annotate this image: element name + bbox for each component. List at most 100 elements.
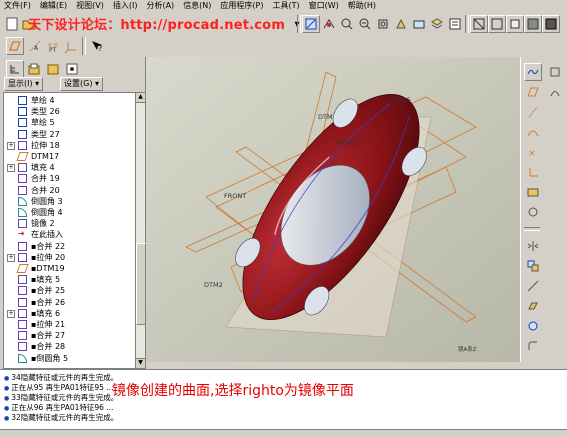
- view-manager-icon[interactable]: [446, 15, 464, 33]
- fill-icon: [18, 163, 27, 173]
- scroll-down-arrow-icon[interactable]: ▼: [136, 358, 145, 368]
- tree-item[interactable]: 倒圆角 4: [4, 207, 134, 218]
- menu-view[interactable]: 视图(V): [72, 0, 109, 11]
- expand-toggle-icon[interactable]: +: [7, 309, 15, 318]
- surface-icon: [18, 107, 27, 117]
- tree-item-label: 在此插入: [31, 230, 63, 240]
- menu-insert[interactable]: 插入(I): [109, 0, 143, 11]
- tree-item[interactable]: ▪DTM19: [4, 263, 134, 274]
- tree-scrollbar[interactable]: ▲ ▼: [135, 92, 146, 369]
- expand-toggle-icon[interactable]: +: [7, 164, 15, 173]
- tree-item-label: ▪合并 25: [31, 286, 66, 296]
- hole-icon[interactable]: [524, 203, 542, 221]
- tree-item[interactable]: 类型 26: [4, 106, 134, 117]
- datum-axis-display-icon[interactable]: A: [26, 37, 44, 55]
- tree-item[interactable]: DTM17: [4, 151, 134, 162]
- tree-item[interactable]: ▪倒圆角 5: [4, 353, 134, 364]
- tree-item-label: 拉伸 18: [31, 140, 60, 150]
- tree-item[interactable]: 镜像 2: [4, 218, 134, 229]
- tree-item-label: ▪倒圆角 5: [31, 353, 69, 363]
- coordinate-system-icon[interactable]: [524, 163, 542, 181]
- scroll-thumb[interactable]: [136, 243, 146, 325]
- tree-item[interactable]: + ▪填充 6: [4, 308, 134, 319]
- tree-item[interactable]: 倒圆角 3: [4, 196, 134, 207]
- blend-tool-icon[interactable]: [546, 63, 564, 81]
- show-dropdown[interactable]: 显示(I) ▾: [4, 77, 44, 91]
- tree-item[interactable]: + 填充 4: [4, 162, 134, 173]
- saved-views-icon[interactable]: [410, 15, 428, 33]
- graphics-window[interactable]: FRONT DTM2 RIGHTO DTM15 DTM 镜A系Z: [146, 57, 520, 362]
- tree-item[interactable]: ▪拉伸 21: [4, 319, 134, 330]
- spin-center-icon[interactable]: [320, 15, 338, 33]
- scroll-up-arrow-icon[interactable]: ▲: [136, 93, 145, 103]
- tree-item[interactable]: + ▪拉伸 20: [4, 252, 134, 263]
- datum-curve-icon[interactable]: [524, 123, 542, 141]
- menu-file[interactable]: 文件(F): [0, 0, 36, 11]
- tree-item[interactable]: + 拉伸 18: [4, 140, 134, 151]
- zoom-in-icon[interactable]: [338, 15, 356, 33]
- tree-item[interactable]: 合并 20: [4, 185, 134, 196]
- coordinate-system-display-icon[interactable]: [62, 37, 80, 55]
- tree-item[interactable]: 合并 19: [4, 173, 134, 184]
- menu-window[interactable]: 窗口(W): [305, 0, 344, 11]
- svg-text:PT: PT: [49, 47, 57, 53]
- tree-item[interactable]: ▪填充 5: [4, 274, 134, 285]
- hidden-line-icon[interactable]: [488, 15, 506, 33]
- tree-item[interactable]: 类型 27: [4, 129, 134, 140]
- menu-applications[interactable]: 应用程序(P): [216, 0, 268, 11]
- tree-item[interactable]: ▪合并 28: [4, 341, 134, 352]
- layers-icon[interactable]: [428, 15, 446, 33]
- shading-icon[interactable]: [524, 15, 542, 33]
- round-tool-icon[interactable]: [524, 337, 542, 355]
- zoom-out-icon[interactable]: [356, 15, 374, 33]
- tree-item-label: DTM17: [31, 152, 60, 161]
- favorites-tab-icon[interactable]: [44, 60, 62, 78]
- tree-item[interactable]: ▪合并 22: [4, 241, 134, 252]
- menu-tools[interactable]: 工具(T): [269, 0, 305, 11]
- menu-analysis[interactable]: 分析(A): [142, 0, 179, 11]
- trim-tool-icon[interactable]: [524, 277, 542, 295]
- tree-item[interactable]: ▪合并 25: [4, 285, 134, 296]
- wireframe-icon[interactable]: [470, 15, 488, 33]
- no-hidden-icon[interactable]: [506, 15, 524, 33]
- datum-plane-display-icon[interactable]: [6, 37, 24, 55]
- reorient-icon[interactable]: [392, 15, 410, 33]
- revolve-tool-icon[interactable]: [524, 317, 542, 335]
- menu-info[interactable]: 信息(N): [179, 0, 216, 11]
- extrude-tool-icon[interactable]: [524, 297, 542, 315]
- datum-plane-icon[interactable]: [524, 83, 542, 101]
- merge-icon: [18, 241, 27, 251]
- sweep-tool-icon[interactable]: [546, 83, 564, 101]
- analysis-feature-icon[interactable]: [524, 183, 542, 201]
- tree-item-label: ▪填充 6: [31, 308, 61, 318]
- folder-browser-tab-icon[interactable]: [25, 60, 43, 78]
- tree-item[interactable]: ▪合并 26: [4, 297, 134, 308]
- watermark-text: 天下设计论坛：http://procad.net.com: [28, 18, 286, 33]
- datum-plane-icon: [16, 264, 29, 273]
- model-tree-tab-icon[interactable]: [6, 60, 24, 78]
- expand-toggle-icon[interactable]: +: [7, 253, 15, 262]
- merge-icon: [18, 342, 27, 352]
- model-tree-panel: 显示(I) ▾ 设置(G) ▾ 草绘 4 类型 26 草绘 5 类型 27 + 拉伸 18…: [0, 57, 146, 369]
- new-file-icon[interactable]: [3, 15, 21, 33]
- tree-item[interactable]: 草绘 4: [4, 95, 134, 106]
- mirror-tool-icon[interactable]: [524, 237, 542, 255]
- merge-tool-icon[interactable]: [524, 257, 542, 275]
- expand-toggle-icon[interactable]: +: [7, 141, 15, 150]
- menu-edit[interactable]: 编辑(E): [36, 0, 72, 11]
- repaint-icon[interactable]: [302, 15, 320, 33]
- datum-point-icon[interactable]: ×: [524, 143, 542, 161]
- tree-item[interactable]: 草绘 5: [4, 117, 134, 128]
- settings-dropdown[interactable]: 设置(G) ▾: [60, 77, 103, 91]
- menu-help[interactable]: 帮助(H): [344, 0, 381, 11]
- tree-item[interactable]: ➔ 在此插入: [4, 229, 134, 240]
- tree-item[interactable]: ▪合并 27: [4, 330, 134, 341]
- context-help-icon[interactable]: ?: [88, 37, 106, 55]
- shaded-edges-icon[interactable]: [542, 15, 560, 33]
- datum-point-display-icon[interactable]: ×× PT: [44, 37, 62, 55]
- refit-icon[interactable]: [374, 15, 392, 33]
- model-graphic: FRONT DTM2 RIGHTO DTM15 DTM 镜A系Z: [146, 57, 520, 362]
- connections-tab-icon[interactable]: [63, 60, 81, 78]
- datum-axis-icon[interactable]: [524, 103, 542, 121]
- sketched-curve-icon[interactable]: [524, 63, 542, 81]
